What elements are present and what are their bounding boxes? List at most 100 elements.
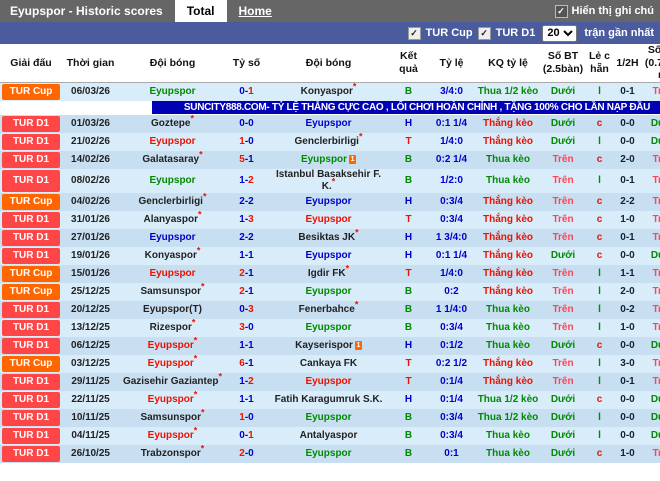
result-letter: B [390, 82, 427, 101]
full-time-score: 1-1 [226, 336, 267, 355]
away-team: Eyupspor [267, 192, 390, 211]
over-under-075: Dưới [642, 114, 660, 133]
handicap-odds: 0:3/4 [427, 426, 476, 445]
odd-even: c [586, 228, 613, 247]
tur-d1-checkbox[interactable]: ✓ [477, 26, 491, 40]
column-header: Đội bóng [267, 44, 390, 83]
match-row: TUR Cup 25/12/25 Samsunspor* 2-1 Eyupspor B 0:… [0, 282, 660, 301]
asterisk-marker: * [191, 318, 196, 328]
match-date: 26/10/25 [62, 444, 119, 463]
ad-banner-link[interactable]: SUNCITY888.COM- TỶ LỆ THẮNG CỰC CAO , LỐ… [152, 101, 660, 115]
over-under-075: Trên [642, 264, 660, 283]
handicap-result: Thắng kèo [476, 372, 540, 391]
over-under-25: Dưới [540, 426, 586, 445]
odd-even: l [586, 318, 613, 337]
handicap-odds: 1/4:0 [427, 264, 476, 283]
match-date: 21/02/26 [62, 132, 119, 151]
league-badge: TUR Cup [2, 265, 60, 282]
over-under-25: Dưới [540, 132, 586, 151]
away-team: Eyupspor [267, 114, 390, 133]
handicap-result: Thắng kèo [476, 354, 540, 373]
over-under-25: Trên [540, 318, 586, 337]
full-time-score: 2-1 [226, 264, 267, 283]
filter-bar: ✓ TUR Cup ✓ TUR D1 20 trận gần nhất [0, 22, 660, 44]
full-time-score: 0-1 [226, 426, 267, 445]
asterisk-marker: * [193, 354, 198, 364]
result-letter: B [390, 300, 427, 319]
matches-table: Giải đấu Thời gian Đội bóng Tỷ số Đội bóng Kế… [0, 44, 660, 463]
match-row: TUR D1 06/12/25 Eyupspor* 1-1 Kayserispor 1 H 0… [0, 336, 660, 355]
over-under-075: Trên [642, 354, 660, 373]
asterisk-marker: * [218, 372, 223, 382]
result-letter: H [390, 228, 427, 247]
result-letter: T [390, 372, 427, 391]
home-team: Eyupspor [119, 168, 226, 193]
league-badge: TUR D1 [2, 409, 60, 426]
handicap-result: Thắng kèo [476, 210, 540, 229]
away-team: Eyupspor [267, 282, 390, 301]
home-team: Eyupspor [119, 264, 226, 283]
odd-even: c [586, 336, 613, 355]
league-cell: TUR D1 [0, 210, 62, 229]
league-badge: TUR D1 [2, 427, 60, 444]
over-under-25: Dưới [540, 246, 586, 265]
away-team: Eyupspor [267, 444, 390, 463]
league-badge: TUR D1 [2, 247, 60, 264]
column-header: Thời gian [62, 44, 119, 83]
half-time-score: 0-0 [613, 246, 642, 265]
handicap-odds: 0:1/2 [427, 336, 476, 355]
over-under-075: Dưới [642, 390, 660, 409]
league-badge: TUR D1 [2, 229, 60, 246]
full-time-score: 0-3 [226, 300, 267, 319]
half-time-score: 1-0 [613, 210, 642, 229]
result-letter: H [390, 192, 427, 211]
league-badge: TUR Cup [2, 283, 60, 300]
match-date: 08/02/26 [62, 168, 119, 193]
away-team: Genclerbirligi* [267, 132, 390, 151]
banner-cell: SUNCITY888.COM- TỶ LỆ THẮNG CỰC CAO , LỐ… [0, 100, 660, 115]
show-notes-checkbox[interactable]: ✓ [554, 4, 568, 18]
away-team: Eyupspor [267, 210, 390, 229]
match-row: TUR D1 22/11/25 Eyupspor* 1-1 Fatih Karagumr… [0, 390, 660, 409]
result-letter: H [390, 246, 427, 265]
match-row: TUR D1 14/02/26 Galatasaray* 5-1 Eyupspor 1 B 0… [0, 150, 660, 169]
odd-even: l [586, 282, 613, 301]
asterisk-marker: * [197, 210, 202, 220]
recent-matches-select[interactable]: 20 [542, 24, 578, 42]
odd-even: c [586, 210, 613, 229]
league-badge: TUR Cup [2, 355, 60, 372]
match-date: 01/03/26 [62, 114, 119, 133]
over-under-075: Trên [642, 168, 660, 193]
match-row: TUR Cup 06/03/26 Eyupspor 0-1 Konyaspor* B 3/4… [0, 82, 660, 101]
full-time-score: 1-0 [226, 132, 267, 151]
league-cell: TUR D1 [0, 390, 62, 409]
over-under-25: Dưới [540, 82, 586, 101]
top-bar: Eyupspor - Historic scores Total Home ✓ … [0, 0, 660, 22]
away-team: Istanbul Basaksehir F. K.* [267, 168, 390, 193]
column-header: Lẻ chẵn [586, 44, 613, 83]
handicap-odds: 1/4:0 [427, 132, 476, 151]
result-letter: B [390, 408, 427, 427]
league-cell: TUR Cup [0, 354, 62, 373]
match-date: 19/01/26 [62, 246, 119, 265]
half-time-score: 0-0 [613, 426, 642, 445]
over-under-075: Trên [642, 318, 660, 337]
tab-home[interactable]: Home [227, 0, 284, 22]
tur-cup-checkbox[interactable]: ✓ [407, 26, 421, 40]
over-under-25: Dưới [540, 408, 586, 427]
league-cell: TUR D1 [0, 318, 62, 337]
match-row: TUR D1 04/11/25 Eyupspor* 0-1 Antalyaspor B 0:… [0, 426, 660, 445]
league-badge: TUR D1 [2, 373, 60, 390]
league-cell: TUR D1 [0, 426, 62, 445]
handicap-odds: 0:2 1/4 [427, 150, 476, 169]
tab-total[interactable]: Total [174, 0, 227, 22]
asterisk-marker: * [193, 390, 198, 400]
league-cell: TUR D1 [0, 246, 62, 265]
league-badge: TUR D1 [2, 133, 60, 150]
result-letter: T [390, 354, 427, 373]
result-letter: B [390, 168, 427, 193]
over-under-25: Trên [540, 210, 586, 229]
league-cell: TUR D1 [0, 372, 62, 391]
match-date: 29/11/25 [62, 372, 119, 391]
table-header-row: Giải đấu Thời gian Đội bóng Tỷ số Đội bóng Kế… [0, 44, 660, 83]
